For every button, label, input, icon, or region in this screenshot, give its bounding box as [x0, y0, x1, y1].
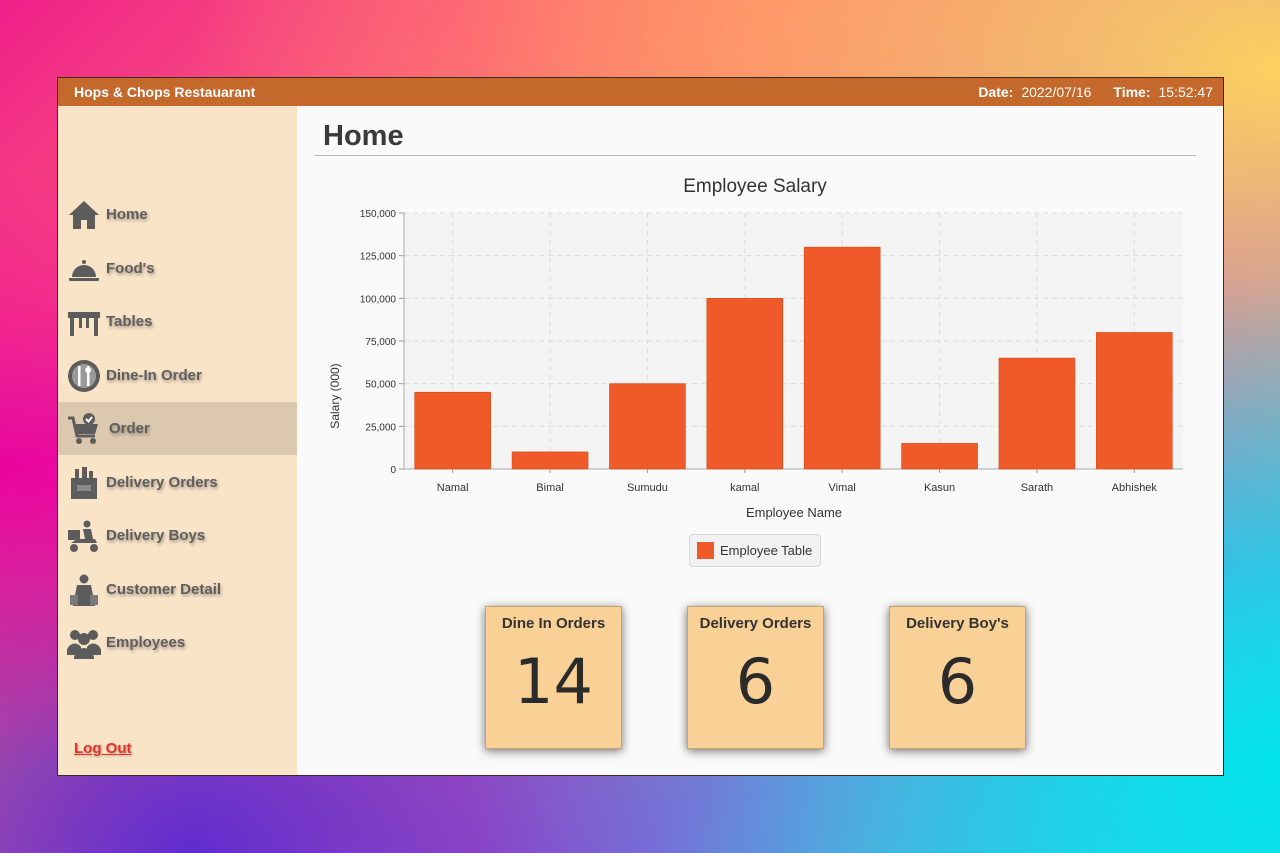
x-tick-label: kamal: [730, 482, 759, 494]
y-tick-label: 125,000: [360, 252, 397, 263]
home-icon: [67, 198, 101, 232]
sidebar-item-label: Tables: [106, 313, 153, 330]
bar-kasun: [901, 443, 978, 470]
sidebar-item-label: Dine-In Order: [106, 367, 202, 384]
y-tick-label: 100,000: [360, 294, 397, 305]
y-tick-label: 25,000: [365, 422, 396, 433]
bar-namal: [414, 391, 491, 470]
x-tick-label: Abhishek: [1112, 482, 1158, 494]
bar-kamal: [706, 298, 784, 470]
card-title: Dine In Orders: [501, 615, 606, 632]
x-tick-label: Kasun: [924, 482, 955, 494]
legend-swatch: [697, 542, 714, 559]
salary-bar-chart: 0 25,000 50,000 75,000 100,000 125,000 150,000…: [360, 209, 1183, 494]
sidebar-item-tables[interactable]: Tables: [58, 295, 297, 348]
card-title: Delivery Orders: [699, 615, 812, 632]
sidebar-item-label: Home: [106, 206, 148, 223]
y-tick-label: 75,000: [365, 337, 396, 348]
chart-legend: Employee Table: [689, 534, 821, 567]
cloche-icon: [67, 252, 101, 286]
sidebar-item-home[interactable]: Home: [58, 188, 297, 241]
date-label: Date:: [978, 84, 1014, 100]
sidebar-item-label: Order: [109, 420, 150, 437]
x-tick-label: Namal: [437, 482, 469, 494]
plate-cutlery-icon: [67, 359, 101, 393]
sidebar-item-foods[interactable]: Food's: [58, 242, 297, 295]
x-tick-label: Sarath: [1021, 482, 1053, 494]
x-tick-label: Sumudu: [627, 482, 668, 494]
sidebar-item-delivery-boys[interactable]: Delivery Boys: [58, 509, 297, 562]
card-value: 6: [735, 645, 776, 718]
bar-abhishek: [1096, 332, 1173, 470]
bar-sumudu: [609, 383, 686, 470]
sidebar-item-label: Customer Detail: [106, 581, 222, 598]
group-icon: [67, 626, 101, 660]
customer-icon: [67, 573, 101, 607]
sidebar: Home Food's Tables Dine-In Order Order D…: [58, 106, 297, 775]
scooter-delivery-icon: [67, 519, 101, 553]
x-tick-label: Bimal: [536, 482, 564, 494]
bar-sarath: [998, 357, 1076, 470]
sidebar-item-dine-in-order[interactable]: Dine-In Order: [58, 349, 297, 402]
y-tick-label: 50,000: [365, 380, 396, 391]
bar-bimal: [511, 451, 589, 470]
y-tick-label: 0: [390, 465, 396, 476]
table-icon: [67, 305, 101, 339]
date-value: 2022/07/16: [1021, 84, 1092, 100]
sidebar-item-label: Delivery Boys: [106, 527, 206, 544]
card-value: 6: [937, 645, 978, 718]
time-value: 15:52:47: [1158, 84, 1214, 100]
sidebar-item-delivery-orders[interactable]: Delivery Orders: [58, 456, 297, 509]
app-window: Hops & Chops Restauarant Date: 2022/07/1…: [57, 77, 1224, 776]
delivery-boys-card: Delivery Boy's 6: [889, 606, 1026, 749]
sidebar-item-employees[interactable]: Employees: [58, 616, 297, 669]
sidebar-item-customer-detail[interactable]: Customer Detail: [58, 563, 297, 616]
card-title: Delivery Boy's: [906, 615, 1009, 632]
main-content: Home Employee Salary Salary (000) Employ…: [297, 106, 1223, 775]
sidebar-item-label: Employees: [106, 634, 186, 651]
date-time: Date: 2022/07/16 Time: 15:52:47: [978, 84, 1213, 100]
cart-check-icon: [67, 412, 101, 446]
title-bar: Hops & Chops Restauarant Date: 2022/07/1…: [58, 78, 1223, 106]
legend-label: Employee Table: [720, 543, 813, 558]
logout-link[interactable]: Log Out: [74, 740, 131, 757]
x-tick-label: Vimal: [829, 482, 856, 494]
time-label: Time:: [1113, 84, 1151, 100]
y-tick-label: 150,000: [360, 209, 397, 220]
sidebar-item-label: Food's: [106, 260, 155, 277]
app-title: Hops & Chops Restauarant: [74, 84, 256, 100]
card-value: 14: [514, 645, 593, 718]
dine-in-orders-card: Dine In Orders 14: [485, 606, 622, 749]
delivery-orders-card: Delivery Orders 6: [687, 606, 824, 749]
sidebar-item-order[interactable]: Order: [58, 402, 297, 455]
sidebar-item-label: Delivery Orders: [106, 474, 218, 491]
grocery-bag-icon: [67, 466, 101, 500]
bar-vimal: [803, 246, 881, 470]
